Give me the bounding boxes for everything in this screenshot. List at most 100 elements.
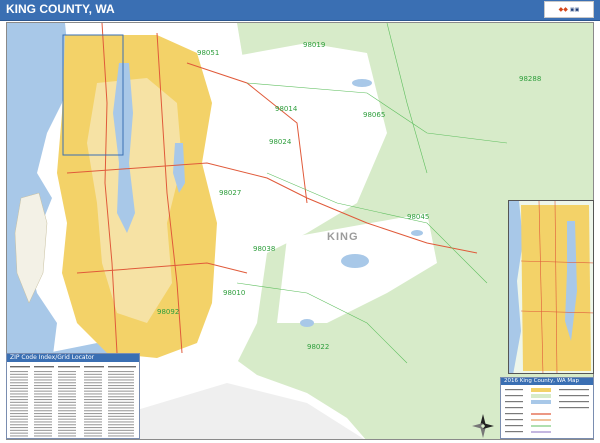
index-row-cell bbox=[108, 424, 134, 426]
index-row-cell bbox=[34, 418, 52, 420]
index-row-cell bbox=[108, 387, 134, 389]
map-legend: 2016 King County, WA Map bbox=[500, 377, 594, 439]
index-row-cell bbox=[10, 390, 28, 392]
index-row-cell bbox=[108, 415, 134, 417]
index-row-cell bbox=[10, 373, 28, 375]
county-region-label: KING bbox=[327, 231, 359, 243]
index-row-cell bbox=[84, 379, 102, 381]
zip-label: 98019 bbox=[303, 41, 326, 49]
legend-title: 2016 King County, WA Map bbox=[501, 378, 593, 385]
index-row-cell bbox=[108, 421, 134, 423]
index-row-cell bbox=[108, 371, 134, 373]
index-row-cell bbox=[34, 424, 52, 426]
index-row-cell bbox=[10, 401, 28, 403]
index-row-cell bbox=[34, 401, 52, 403]
index-row-cell bbox=[58, 432, 76, 434]
index-row-cell bbox=[84, 393, 102, 395]
index-row-cell bbox=[34, 407, 52, 409]
index-row-cell bbox=[84, 382, 102, 384]
index-row-cell bbox=[108, 404, 134, 406]
index-row-cell bbox=[58, 410, 76, 412]
index-row-cell bbox=[108, 376, 134, 378]
index-row-cell bbox=[58, 424, 76, 426]
index-row-cell bbox=[10, 387, 28, 389]
north-arrow-compass-icon bbox=[472, 414, 494, 438]
index-row-cell bbox=[10, 421, 28, 423]
index-row-cell bbox=[84, 418, 102, 420]
index-row-cell bbox=[58, 429, 76, 431]
index-row-cell bbox=[34, 427, 52, 429]
seattle-inset-map[interactable] bbox=[508, 200, 594, 374]
index-row-cell bbox=[34, 399, 52, 401]
brand-logo-mark: ◆◆ bbox=[558, 6, 568, 13]
index-row-cell bbox=[10, 424, 28, 426]
index-row-cell bbox=[10, 410, 28, 412]
east-lake-3 bbox=[411, 230, 423, 236]
zip-label: 98038 bbox=[253, 245, 276, 253]
index-row-cell bbox=[84, 421, 102, 423]
zip-index-grid bbox=[10, 366, 136, 437]
zip-label: 98010 bbox=[223, 289, 246, 297]
zip-index-title: ZIP Code Index/Grid Locator bbox=[7, 354, 139, 362]
index-row-cell bbox=[34, 385, 52, 387]
east-lake-1 bbox=[341, 254, 369, 268]
east-lake-2 bbox=[352, 79, 372, 87]
index-row-cell bbox=[108, 413, 134, 415]
index-row-cell bbox=[58, 418, 76, 420]
index-row-cell bbox=[84, 410, 102, 412]
index-row-cell bbox=[108, 401, 134, 403]
zip-label: 98022 bbox=[307, 343, 330, 351]
index-row-cell bbox=[84, 432, 102, 434]
index-row-cell bbox=[58, 385, 76, 387]
index-row-cell bbox=[108, 410, 134, 412]
zip-label: 98065 bbox=[363, 111, 386, 119]
index-row-cell bbox=[58, 415, 76, 417]
index-row-cell bbox=[108, 382, 134, 384]
legend-items bbox=[505, 388, 589, 433]
index-row-cell bbox=[34, 390, 52, 392]
index-row-cell bbox=[34, 421, 52, 423]
index-row-cell bbox=[58, 382, 76, 384]
index-row-cell bbox=[84, 387, 102, 389]
index-row-cell bbox=[58, 393, 76, 395]
index-row-cell bbox=[84, 373, 102, 375]
index-row-cell bbox=[84, 415, 102, 417]
east-lake-4 bbox=[300, 319, 314, 327]
zip-label: 98288 bbox=[519, 75, 542, 83]
index-row-cell bbox=[108, 379, 134, 381]
index-row-cell bbox=[58, 435, 76, 437]
map-title: KING COUNTY, WA bbox=[6, 2, 115, 16]
index-row-cell bbox=[34, 382, 52, 384]
index-row-cell bbox=[108, 432, 134, 434]
map-brand-logo-icon[interactable]: ◆◆ ▣▣ bbox=[544, 1, 594, 18]
index-row-cell bbox=[34, 371, 52, 373]
index-row-cell bbox=[34, 413, 52, 415]
index-row-cell bbox=[84, 429, 102, 431]
index-row-cell bbox=[10, 393, 28, 395]
index-row-cell bbox=[10, 404, 28, 406]
index-row-cell bbox=[10, 432, 28, 434]
index-row-cell bbox=[34, 410, 52, 412]
index-row-cell bbox=[34, 432, 52, 434]
index-row-cell bbox=[58, 379, 76, 381]
index-row-cell bbox=[84, 401, 102, 403]
index-row-cell bbox=[58, 407, 76, 409]
zip-label: 98051 bbox=[197, 49, 220, 57]
index-row-cell bbox=[34, 396, 52, 398]
index-row-cell bbox=[108, 390, 134, 392]
index-row-cell bbox=[10, 415, 28, 417]
brand-logo-mark-2: ▣▣ bbox=[569, 6, 580, 13]
index-row-cell bbox=[34, 373, 52, 375]
index-row-cell bbox=[34, 435, 52, 437]
index-row-cell bbox=[58, 376, 76, 378]
index-row-cell bbox=[84, 390, 102, 392]
index-row-cell bbox=[58, 396, 76, 398]
zip-label: 98027 bbox=[219, 189, 242, 197]
index-row-cell bbox=[10, 418, 28, 420]
index-row-cell bbox=[10, 379, 28, 381]
zip-label: 98024 bbox=[269, 138, 292, 146]
index-row-cell bbox=[108, 429, 134, 431]
index-row-cell bbox=[10, 427, 28, 429]
index-row-cell bbox=[84, 385, 102, 387]
index-row-cell bbox=[58, 421, 76, 423]
